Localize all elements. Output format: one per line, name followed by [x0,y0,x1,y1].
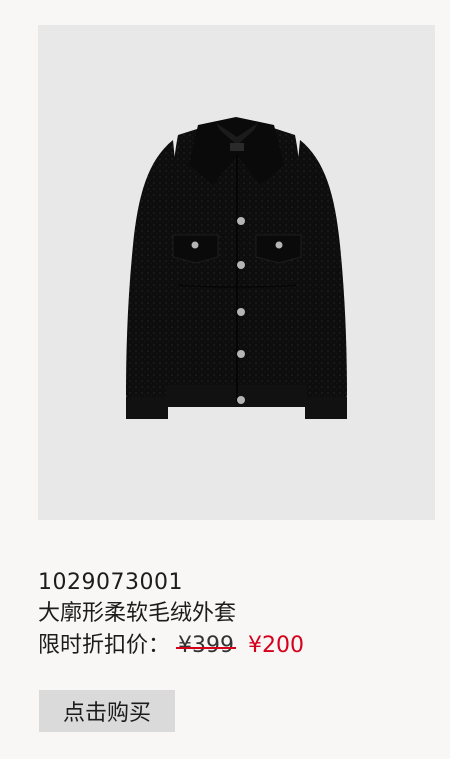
buy-button[interactable]: 点击购买 [39,690,175,732]
product-sku: 1029073001 [38,570,183,595]
original-price: ¥399 [176,631,237,661]
product-name: 大廓形柔软毛绒外套 [38,601,237,626]
price-row: 限时折扣价： ¥399 ¥200 [38,631,438,661]
price-label: 限时折扣价： [38,633,171,658]
product-image[interactable] [38,25,435,520]
product-info: 1029073001 大廓形柔软毛绒外套 限时折扣价： ¥399 ¥200 [38,568,438,661]
product-card: 1029073001 大廓形柔软毛绒外套 限时折扣价： ¥399 ¥200 点击购买 [0,0,450,759]
jacket-image-icon [126,117,347,419]
sale-price: ¥200 [248,633,305,658]
